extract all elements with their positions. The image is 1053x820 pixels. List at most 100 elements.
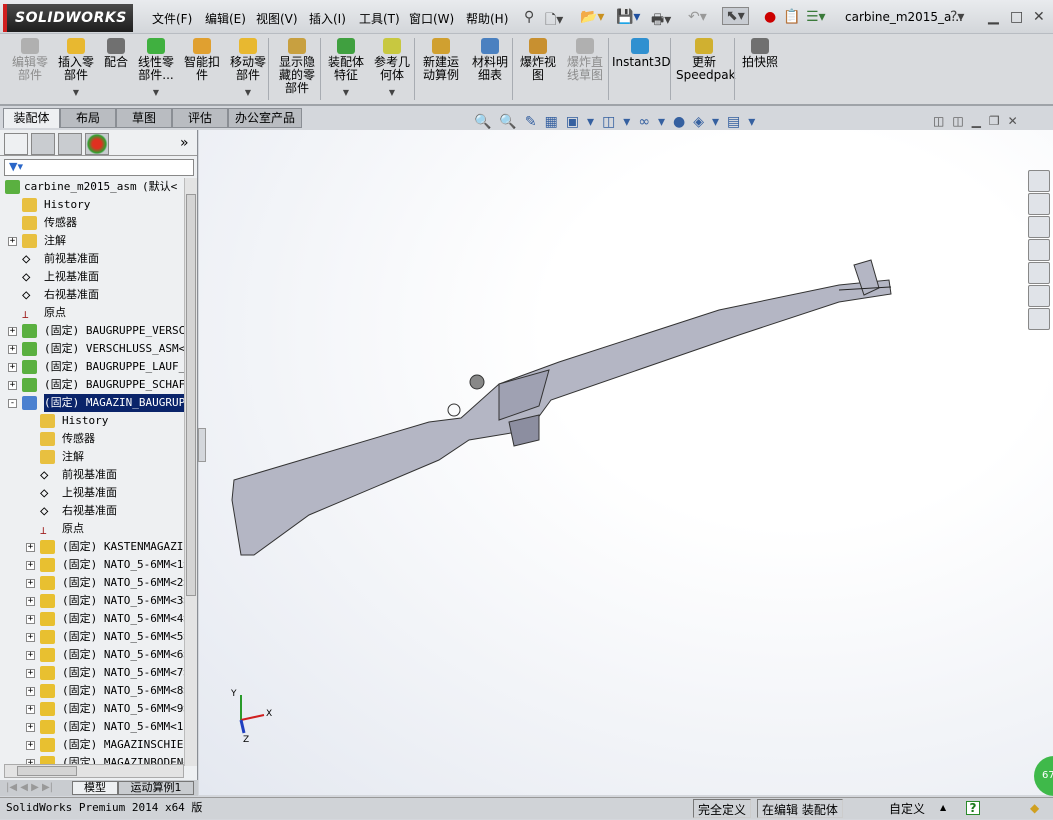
expand-icon[interactable]: + xyxy=(8,237,17,246)
expand-icon[interactable]: + xyxy=(26,579,35,588)
tree-item[interactable]: + (固定) NATO_5-6MM<3> xyxy=(0,592,184,610)
property-manager-tab-icon[interactable] xyxy=(31,133,55,155)
expand-icon[interactable]: + xyxy=(26,633,35,642)
heads-up-view-toolbar[interactable]: 🔍🔍✎▦▣▾◫▾∞▾●◈▾▤▾ xyxy=(474,114,763,130)
units-up-arrow-icon[interactable]: ▲ xyxy=(940,798,946,818)
close-icon[interactable]: ✕ xyxy=(1033,9,1045,25)
viewport-window-controls[interactable]: ◫◫▁❐✕ xyxy=(933,114,1026,128)
tree-item[interactable]: + (固定) NATO_5-6MM<7> xyxy=(0,664,184,682)
tree-item[interactable]: + (固定) NATO_5-6MM<2> xyxy=(0,574,184,592)
tree-item[interactable]: ◇ 上视基准面 xyxy=(0,268,184,286)
rifle-model[interactable]: Y X Z xyxy=(199,130,1053,795)
dropdown-arrow-icon[interactable]: ▼ xyxy=(56,86,96,99)
expand-icon[interactable]: + xyxy=(26,687,35,696)
tree-item[interactable]: ◇ 右视基准面 xyxy=(0,286,184,304)
tree-item[interactable]: ⊥ 原点 xyxy=(0,520,184,538)
file-explorer-icon[interactable] xyxy=(1028,239,1050,261)
ribbon-button[interactable]: 装配体特征 ▼ xyxy=(324,38,368,99)
tab-motion-study[interactable]: 运动算例1 xyxy=(118,781,194,795)
tab-1[interactable]: 布局 xyxy=(60,108,116,128)
tree-item[interactable]: ◇ 前视基准面 xyxy=(0,466,184,484)
tree-item[interactable]: + (固定) MAGAZINSCHIEB xyxy=(0,736,184,754)
ribbon-button[interactable]: 新建运动算例 xyxy=(418,38,464,82)
expand-icon[interactable]: + xyxy=(8,327,17,336)
tree-item[interactable]: ◇ 前视基准面 xyxy=(0,250,184,268)
home-icon[interactable] xyxy=(1028,193,1050,215)
ribbon-button[interactable]: 智能扣件 xyxy=(180,38,224,82)
expand-icon[interactable]: + xyxy=(26,741,35,750)
custom-properties-icon[interactable] xyxy=(1028,308,1050,330)
tree-vertical-scrollbar[interactable] xyxy=(184,178,197,766)
scroll-thumb[interactable] xyxy=(17,766,77,776)
expand-icon[interactable]: + xyxy=(8,345,17,354)
ribbon-button[interactable]: 插入零部件 ▼ xyxy=(56,38,96,99)
tab-3[interactable]: 评估 xyxy=(172,108,228,128)
expand-icon[interactable]: + xyxy=(8,363,17,372)
configuration-manager-tab-icon[interactable] xyxy=(58,133,82,155)
panel-collapse-handle[interactable] xyxy=(198,428,206,462)
tree-item[interactable]: + 注解 xyxy=(0,232,184,250)
tree-item[interactable]: History xyxy=(0,196,184,214)
ribbon-button[interactable]: 材料明细表 xyxy=(468,38,512,82)
appearances-icon[interactable] xyxy=(1028,285,1050,307)
ribbon-button[interactable]: 显示隐藏的零部件 xyxy=(276,38,318,95)
tab-model[interactable]: 模型 xyxy=(72,781,118,795)
tree-item[interactable]: + (固定) NATO_5-6MM<1> xyxy=(0,556,184,574)
menu-item[interactable]: 插入(I) xyxy=(309,10,346,27)
tree-root[interactable]: carbine_m2015_asm (默认< xyxy=(0,178,184,196)
tree-item[interactable]: 传感器 xyxy=(0,214,184,232)
ribbon-button[interactable]: 参考几何体 ▼ xyxy=(370,38,414,99)
ribbon-button[interactable]: 爆炸直线草图 xyxy=(563,38,607,82)
graphics-area[interactable]: Y X Z xyxy=(199,130,1053,795)
options-icon[interactable]: ☰▾ xyxy=(806,9,826,25)
ribbon-button[interactable]: 更新Speedpak xyxy=(676,38,736,82)
tree-item[interactable]: + (固定) BAUGRUPPE_SCHAFT xyxy=(0,376,184,394)
expand-icon[interactable]: + xyxy=(26,597,35,606)
ribbon-button[interactable]: 配合 xyxy=(100,38,132,69)
tab-0[interactable]: 装配体 xyxy=(3,108,60,128)
expand-icon[interactable]: + xyxy=(26,561,35,570)
menu-item[interactable]: 帮助(H) xyxy=(466,10,508,27)
feature-manager-tab-icon[interactable] xyxy=(4,133,28,155)
menu-item[interactable]: 文件(F) xyxy=(152,10,192,27)
tree-item[interactable]: + (固定) NATO_5-6MM<9> xyxy=(0,700,184,718)
tree-item[interactable]: ◇ 右视基准面 xyxy=(0,502,184,520)
solidworks-logo[interactable]: SOLIDWORKS xyxy=(3,4,133,32)
tree-item[interactable]: ◇ 上视基准面 xyxy=(0,484,184,502)
ribbon-button[interactable]: 拍快照 xyxy=(738,38,782,69)
dropdown-arrow-icon[interactable]: ▼ xyxy=(134,86,178,99)
menu-item[interactable]: 视图(V) xyxy=(256,10,298,27)
rebuild-icon[interactable]: ● xyxy=(764,9,776,25)
tab-2[interactable]: 草图 xyxy=(116,108,172,128)
view-palette-icon[interactable] xyxy=(1028,262,1050,284)
expand-icon[interactable]: + xyxy=(26,615,35,624)
tab-scroll-arrows-icon[interactable]: |◀ ◀ ▶ ▶| xyxy=(6,782,53,793)
save-icon[interactable]: 💾▾ xyxy=(616,9,640,25)
design-library-icon[interactable] xyxy=(1028,216,1050,238)
expand-icon[interactable]: + xyxy=(26,669,35,678)
tree-horizontal-scrollbar[interactable] xyxy=(4,764,184,778)
print-icon[interactable]: 🖶▾ xyxy=(651,9,671,33)
expand-icon[interactable]: + xyxy=(26,705,35,714)
solidworks-resources-icon[interactable] xyxy=(1028,170,1050,192)
help-icon[interactable]: ?▾ xyxy=(950,9,964,25)
dropdown-arrow-icon[interactable]: ▼ xyxy=(324,86,368,99)
minimize-icon[interactable]: ▁ xyxy=(988,9,999,25)
display-manager-tab-icon[interactable] xyxy=(85,133,109,155)
open-icon[interactable]: 📂▾ xyxy=(580,9,604,25)
tree-item[interactable]: 传感器 xyxy=(0,430,184,448)
undo-icon[interactable]: ↶▾ xyxy=(688,9,707,25)
collapse-icon[interactable]: - xyxy=(8,399,17,408)
ribbon-button[interactable]: 爆炸视图 xyxy=(516,38,560,82)
tree-item[interactable]: + (固定) NATO_5-6MM<10 xyxy=(0,718,184,736)
ribbon-button[interactable]: Instant3D xyxy=(612,38,671,69)
tree-item[interactable]: + (固定) KASTENMAGAZIN xyxy=(0,538,184,556)
expand-icon[interactable]: + xyxy=(26,723,35,732)
tree-filter-input[interactable]: ▼▾ xyxy=(4,159,194,176)
units-selector[interactable]: 自定义 xyxy=(885,799,929,818)
expand-icon[interactable]: + xyxy=(26,651,35,660)
maximize-icon[interactable]: □ xyxy=(1010,9,1023,25)
ribbon-button[interactable]: 线性零部件... ▼ xyxy=(134,38,178,99)
file-properties-icon[interactable]: 📋 xyxy=(783,9,800,25)
expand-panel-icon[interactable]: » xyxy=(180,135,189,151)
